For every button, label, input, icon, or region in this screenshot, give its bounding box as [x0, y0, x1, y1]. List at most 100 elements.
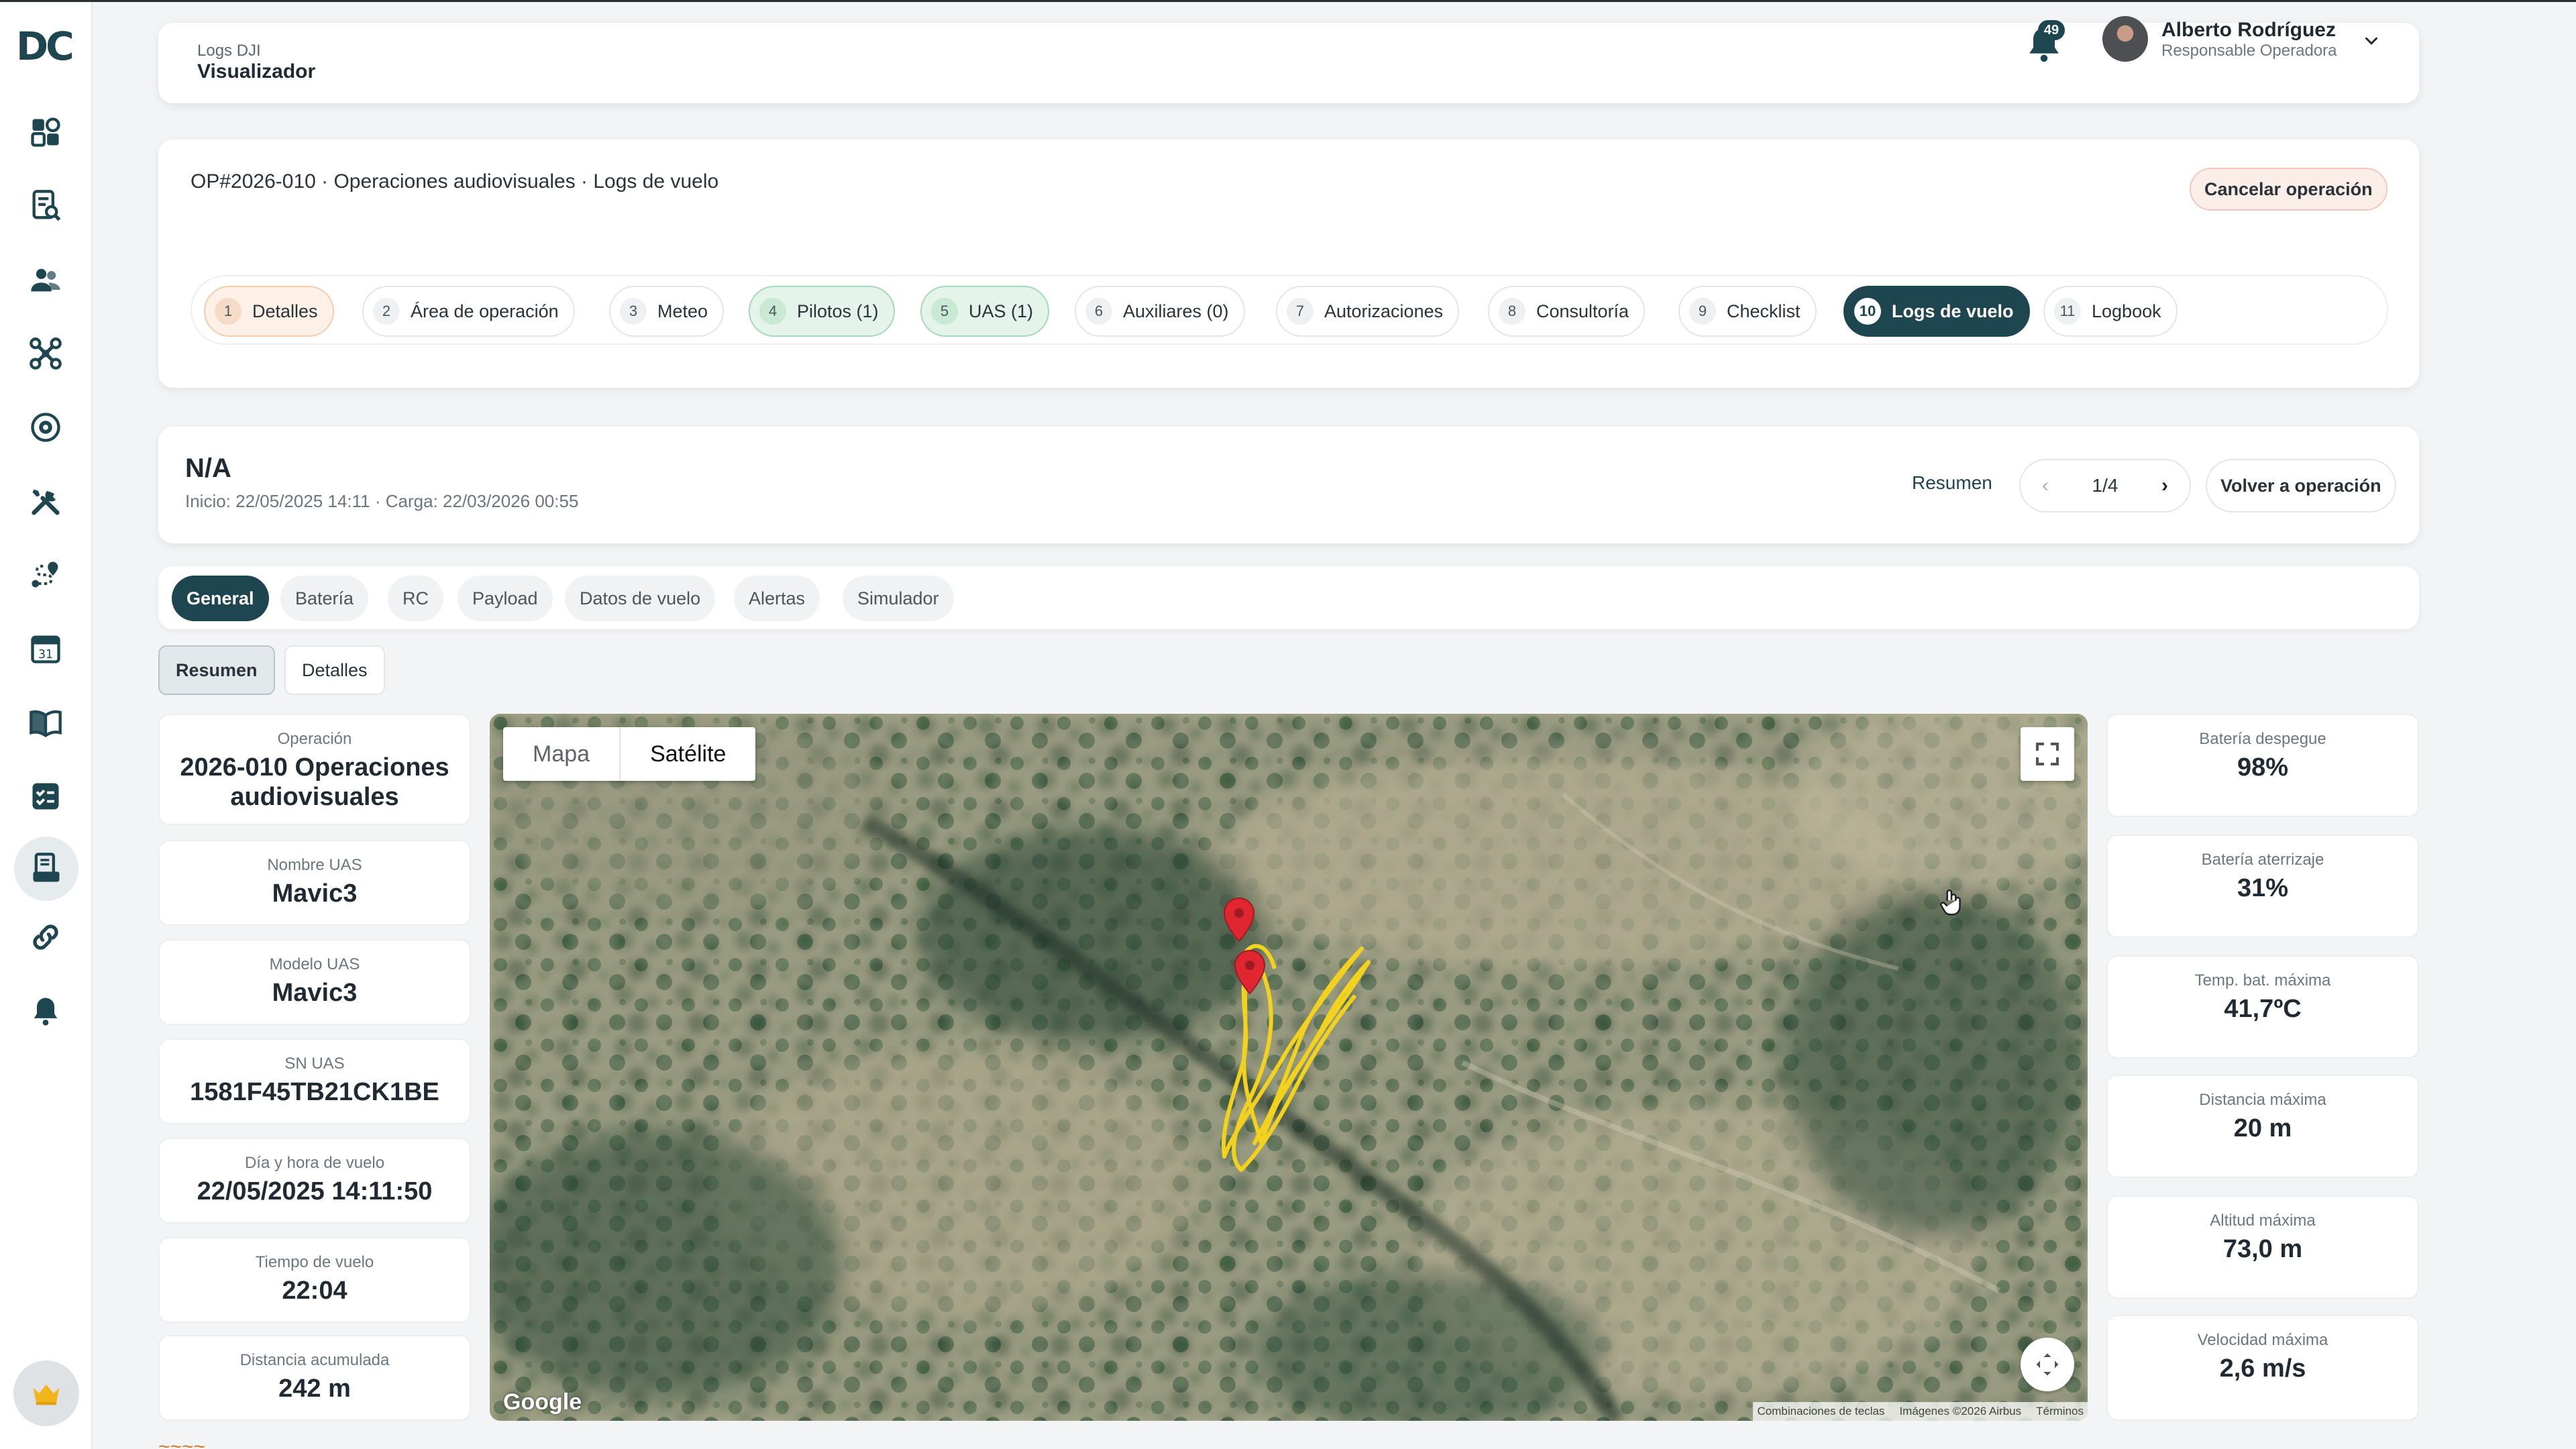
users-icon[interactable] [21, 256, 70, 304]
step-number: 9 [1689, 298, 1716, 325]
step-label: Consultoría [1536, 301, 1629, 321]
step-pilotos[interactable]: 4 Pilotos (1) [749, 286, 895, 337]
bell-icon[interactable] [21, 987, 70, 1035]
stat-value: 22/05/2025 14:11:50 [197, 1177, 433, 1205]
map-type-toggle: Mapa Satélite [503, 727, 756, 781]
book-icon[interactable] [21, 698, 70, 747]
stat-card-distancia-acumulada: Distancia acumulada 242 m [158, 1335, 471, 1421]
tab-alertas[interactable]: Alertas [734, 576, 820, 621]
step-number: 3 [620, 298, 647, 325]
flight-meta: Inicio: 22/05/2025 14:11 · Carga: 22/03/… [185, 491, 579, 511]
stat-card-tiempo-vuelo: Tiempo de vuelo 22:04 [158, 1237, 471, 1323]
app-logo[interactable]: DC [16, 27, 76, 66]
step-autorizaciones[interactable]: 7 Autorizaciones [1276, 286, 1460, 337]
stat-value: 41,7ºC [2224, 995, 2302, 1023]
fullscreen-icon[interactable] [2021, 727, 2074, 781]
step-detalles[interactable]: 1 Detalles [204, 286, 334, 337]
stat-label: Día y hora de vuelo [244, 1154, 385, 1172]
operation-title: OP#2026-010 · Operaciones audiovisuales … [191, 170, 719, 193]
window-top-line [0, 0, 2576, 2]
cancel-operation-button[interactable]: Cancelar operación [2190, 168, 2387, 211]
drone-icon[interactable] [21, 329, 70, 378]
pager-value: 1/4 [2092, 475, 2118, 496]
step-consultoria[interactable]: 8 Consultoría [1488, 286, 1646, 337]
step-meteo[interactable]: 3 Meteo [609, 286, 724, 337]
pager-next-button[interactable]: › [2161, 474, 2168, 497]
stat-value: Mavic3 [272, 879, 358, 908]
stat-label: Temp. bat. máxima [2194, 971, 2331, 989]
stat-card-altitud-maxima: Altitud máxima 73,0 m [2106, 1195, 2419, 1299]
stat-label: Batería despegue [2199, 730, 2326, 748]
step-logs-de-vuelo[interactable]: 10 Logs de vuelo [1843, 286, 2030, 337]
stat-label: Operación [277, 730, 352, 748]
stat-value: 1581F45TB21CK1BE [190, 1078, 439, 1106]
keyboard-shortcuts-link[interactable]: Combinaciones de teclas [1757, 1405, 1884, 1418]
chevron-down-icon[interactable] [2361, 31, 2381, 51]
tab-rc[interactable]: RC [388, 576, 443, 621]
tab-bateria[interactable]: Batería [280, 576, 369, 621]
dashboard-icon[interactable] [21, 108, 70, 156]
checklist-icon[interactable] [21, 772, 70, 820]
logs-icon[interactable] [14, 837, 78, 901]
subtab-detalles[interactable]: Detalles [284, 645, 385, 695]
step-uas[interactable]: 5 UAS (1) [920, 286, 1050, 337]
tab-payload[interactable]: Payload [458, 576, 553, 621]
calendar-icon[interactable]: 31 [21, 625, 70, 673]
step-auxiliares[interactable]: 6 Auxiliares (0) [1075, 286, 1245, 337]
step-label: Detalles [252, 301, 318, 321]
step-number: 7 [1287, 298, 1313, 325]
step-number: 1 [215, 298, 241, 325]
step-number: 6 [1085, 298, 1112, 325]
map-type-satellite-button[interactable]: Satélite [619, 727, 755, 781]
stat-label: Distancia acumulada [239, 1351, 390, 1369]
stat-label: Nombre UAS [267, 856, 362, 874]
terms-link[interactable]: Términos [2036, 1405, 2084, 1418]
stat-value: 2,6 m/s [2219, 1354, 2306, 1383]
step-label: Checklist [1727, 301, 1801, 321]
route-icon[interactable] [21, 551, 70, 599]
step-number: 4 [759, 298, 786, 325]
map-type-map-button[interactable]: Mapa [503, 727, 619, 781]
step-label: Logs de vuelo [1892, 301, 2014, 321]
link-icon[interactable] [21, 913, 70, 961]
step-area-operacion[interactable]: 2 Área de operación [362, 286, 575, 337]
imagery-credit: Imágenes ©2026 Airbus [1899, 1405, 2022, 1417]
step-logbook[interactable]: 11 Logbook [2043, 286, 2178, 337]
page-title: Visualizador [197, 60, 316, 83]
stat-value: 2026-010 Operaciones audiovisuales [180, 753, 449, 811]
stat-value: 98% [2237, 753, 2289, 782]
step-label: Pilotos (1) [797, 301, 879, 321]
notification-count-badge: 49 [2038, 20, 2065, 40]
flight-map[interactable]: Mapa Satélite Google Combinaciones de te… [490, 714, 2088, 1421]
back-to-operation-button[interactable]: Volver a operación [2206, 459, 2396, 513]
stat-label: Altitud máxima [2210, 1212, 2316, 1230]
user-avatar[interactable] [2102, 16, 2148, 62]
tab-datos-de-vuelo[interactable]: Datos de vuelo [565, 576, 716, 621]
target-icon[interactable] [21, 403, 70, 451]
tools-icon[interactable] [21, 477, 70, 525]
step-label: Área de operación [411, 301, 559, 321]
tab-simulador[interactable]: Simulador [843, 576, 954, 621]
satellite-imagery [490, 714, 2088, 1421]
document-search-icon[interactable] [21, 182, 70, 230]
flight-name: N/A [185, 453, 231, 483]
google-logo: Google [503, 1389, 582, 1415]
step-checklist[interactable]: 9 Checklist [1678, 286, 1817, 337]
resumen-link[interactable]: Resumen [1912, 472, 1992, 494]
user-name[interactable]: Alberto Rodríguez [2161, 19, 2336, 42]
stat-card-modelo-uas: Modelo UAS Mavic3 [158, 939, 471, 1025]
stat-value: 22:04 [282, 1277, 347, 1305]
pager-prev-button[interactable]: ‹ [2042, 474, 2049, 497]
flight-panel: N/A Inicio: 22/05/2025 14:11 · Carga: 22… [158, 427, 2419, 543]
step-label: Auxiliares (0) [1123, 301, 1229, 321]
operation-steps: 1 Detalles 2 Área de operación 3 Meteo 4… [191, 275, 2388, 345]
crown-icon[interactable] [13, 1360, 79, 1426]
subtab-resumen[interactable]: Resumen [158, 645, 275, 695]
top-header: Logs DJI Visualizador [158, 23, 2419, 103]
step-number: 5 [931, 298, 958, 325]
tab-general[interactable]: General [172, 576, 269, 621]
stat-value: 20 m [2233, 1114, 2292, 1142]
stat-card-velocidad-maxima: Velocidad máxima 2,6 m/s [2106, 1315, 2419, 1421]
recenter-icon[interactable] [2021, 1338, 2074, 1391]
user-role: Responsable Operadora [2161, 42, 2337, 60]
